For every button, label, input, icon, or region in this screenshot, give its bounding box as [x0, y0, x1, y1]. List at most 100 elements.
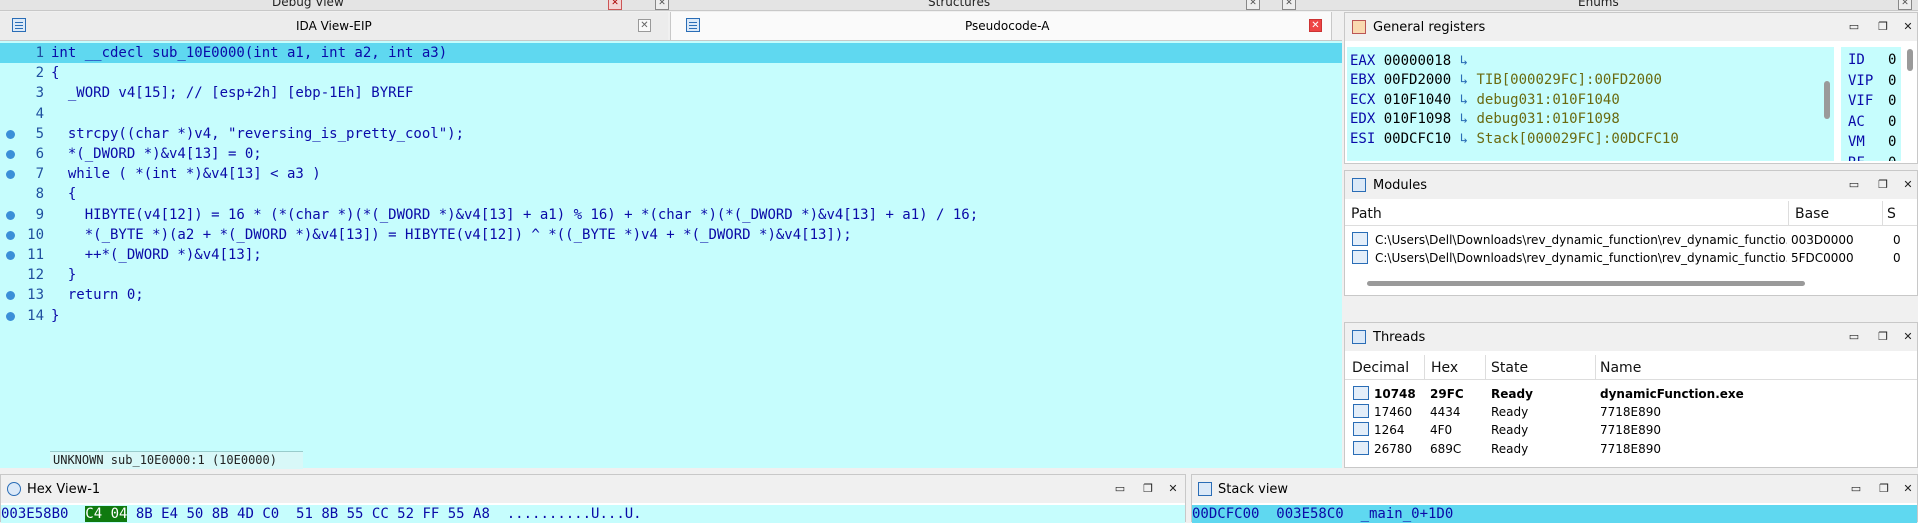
- flag-row[interactable]: AC 0: [1848, 112, 1896, 132]
- thread-row[interactable]: 17460 4434 Ready 7718E890: [1345, 403, 1917, 421]
- breakpoint-dot-icon[interactable]: [6, 291, 15, 301]
- column-header-state[interactable]: State: [1491, 360, 1528, 376]
- thread-row[interactable]: 26780 689C Ready 7718E890: [1345, 440, 1917, 458]
- thread-row[interactable]: 10748 29FC Ready dynamicFunction.exe: [1345, 385, 1917, 403]
- register-label[interactable]: debug031:010F1098: [1476, 111, 1619, 127]
- code-line[interactable]: 10 *(_BYTE *)(a2 + *(_DWORD *)&v4[13]) =…: [0, 225, 1342, 245]
- code-text[interactable]: }: [51, 306, 59, 326]
- breakpoint-dot-icon[interactable]: [6, 311, 15, 321]
- module-row[interactable]: C:\Users\Dell\Downloads\rev_dynamic_func…: [1345, 249, 1917, 267]
- flag-row[interactable]: RF0: [1848, 153, 1896, 161]
- breakpoint-dot-icon[interactable]: [6, 170, 15, 180]
- jump-arrow-icon[interactable]: ↳: [1451, 53, 1476, 69]
- stack-row[interactable]: 00DCFC00 003E58C0 _main_0+1D0: [1192, 505, 1917, 523]
- column-header-path[interactable]: Path: [1351, 206, 1382, 222]
- thread-row[interactable]: 1264 4F0 Ready 7718E890: [1345, 421, 1917, 439]
- jump-arrow-icon[interactable]: ↳: [1451, 92, 1476, 108]
- flag-list[interactable]: ID0VIP0VIF0AC0VM0RF0: [1841, 47, 1901, 161]
- flag-row[interactable]: ID 0: [1848, 50, 1896, 70]
- tab-ida-view[interactable]: IDA View-EIP ✕: [0, 12, 668, 40]
- register-list[interactable]: EAX 00000018 ↳ EBX 00FD2000 ↳ TIB[000029…: [1347, 47, 1834, 161]
- close-icon[interactable]: ✕: [1309, 19, 1322, 32]
- breakpoint-dot-icon[interactable]: [6, 210, 15, 220]
- close-icon[interactable]: ✕: [608, 0, 622, 10]
- column-header-size[interactable]: S: [1887, 206, 1896, 222]
- scrollbar[interactable]: [1824, 81, 1830, 119]
- column-header-hex[interactable]: Hex: [1431, 360, 1458, 376]
- code-text[interactable]: int __cdecl sub_10E0000(int a1, int a2, …: [51, 43, 447, 63]
- code-text[interactable]: _WORD v4[15]; // [esp+2h] [ebp-1Eh] BYRE…: [51, 83, 414, 103]
- column-header-decimal[interactable]: Decimal: [1352, 360, 1409, 376]
- code-text[interactable]: strcpy((char *)v4, "reversing_is_pretty_…: [51, 124, 464, 144]
- tab-pseudocode[interactable]: Pseudocode-A ✕: [670, 12, 1332, 40]
- register-value[interactable]: 00FD2000: [1384, 72, 1451, 88]
- register-value[interactable]: 010F1040: [1384, 92, 1451, 108]
- hex-row[interactable]: 003E58B0 C4 04 8B E4 50 8B 4D C0 51 8B 5…: [1, 505, 1185, 523]
- close-icon[interactable]: ✕: [1902, 179, 1914, 191]
- code-text[interactable]: ++*(_DWORD *)&v4[13];: [51, 245, 262, 265]
- jump-arrow-icon[interactable]: ↳: [1451, 111, 1476, 127]
- code-line[interactable]: 4: [0, 104, 1342, 124]
- flag-row[interactable]: VIP 0: [1848, 71, 1896, 91]
- breakpoint-dot-icon[interactable]: [6, 251, 15, 260]
- scrollbar[interactable]: [1907, 49, 1913, 71]
- flag-value[interactable]: 0: [1888, 134, 1896, 150]
- flag-value[interactable]: 0: [1888, 52, 1896, 68]
- code-line[interactable]: 13 return 0;: [0, 285, 1342, 305]
- code-line[interactable]: 12 }: [0, 265, 1342, 285]
- code-line[interactable]: 14}: [0, 306, 1342, 326]
- code-text[interactable]: {: [51, 63, 59, 83]
- code-text[interactable]: *(_DWORD *)&v4[13] = 0;: [51, 144, 262, 164]
- column-header-name[interactable]: Name: [1600, 360, 1641, 376]
- minimize-icon[interactable]: ▭: [1848, 179, 1860, 191]
- breakpoint-dot-icon[interactable]: [6, 150, 15, 159]
- jump-arrow-icon[interactable]: ↳: [1451, 131, 1476, 147]
- code-text[interactable]: while ( *(int *)&v4[13] < a3 ): [51, 164, 321, 184]
- flag-row[interactable]: VIF 0: [1848, 91, 1896, 111]
- code-text[interactable]: return 0;: [51, 285, 144, 305]
- close-icon[interactable]: ✕: [1902, 483, 1914, 495]
- register-label[interactable]: Stack[000029FC]:00DCFC10: [1476, 131, 1678, 147]
- module-row[interactable]: C:\Users\Dell\Downloads\rev_dynamic_func…: [1345, 231, 1917, 249]
- close-icon[interactable]: ✕: [1902, 331, 1914, 343]
- minimize-icon[interactable]: ▭: [1850, 483, 1862, 495]
- close-icon[interactable]: ✕: [638, 19, 651, 32]
- column-header-base[interactable]: Base: [1795, 206, 1829, 222]
- code-text[interactable]: *(_BYTE *)(a2 + *(_DWORD *)&v4[13]) = HI…: [51, 225, 852, 245]
- code-line[interactable]: 9 HIBYTE(v4[12]) = 16 * (*(char *)(*(_DW…: [0, 205, 1342, 225]
- code-line[interactable]: 8 {: [0, 184, 1342, 204]
- breakpoint-dot-icon[interactable]: [6, 230, 15, 240]
- jump-arrow-icon[interactable]: ↳: [1451, 72, 1476, 88]
- register-value[interactable]: 00000018: [1384, 53, 1451, 69]
- code-line[interactable]: 6 *(_DWORD *)&v4[13] = 0;: [0, 144, 1342, 164]
- code-line[interactable]: 3 _WORD v4[15]; // [esp+2h] [ebp-1Eh] BY…: [0, 83, 1342, 103]
- code-line[interactable]: 7 while ( *(int *)&v4[13] < a3 ): [0, 164, 1342, 184]
- restore-icon[interactable]: ❐: [1877, 331, 1889, 343]
- flag-value[interactable]: 0: [1888, 93, 1896, 109]
- close-icon[interactable]: ✕: [1246, 0, 1260, 10]
- close-icon[interactable]: ✕: [1902, 21, 1914, 33]
- close-icon[interactable]: ✕: [1898, 0, 1912, 10]
- flag-value[interactable]: 0: [1888, 73, 1896, 89]
- register-label[interactable]: TIB[000029FC]:00FD2000: [1476, 72, 1661, 88]
- code-text[interactable]: }: [51, 265, 76, 285]
- tab-enums[interactable]: Enums: [1578, 0, 1619, 9]
- restore-icon[interactable]: ❐: [1878, 483, 1890, 495]
- restore-icon[interactable]: ❐: [1142, 483, 1154, 495]
- tab-structures[interactable]: Structures: [928, 0, 990, 9]
- code-line[interactable]: 1 int __cdecl sub_10E0000(int a1, int a2,…: [0, 43, 1342, 63]
- minimize-icon[interactable]: ▭: [1848, 331, 1860, 343]
- tab-debug-view[interactable]: Debug View: [272, 0, 344, 9]
- code-line[interactable]: 5 strcpy((char *)v4, "reversing_is_prett…: [0, 124, 1342, 144]
- restore-icon[interactable]: ❐: [1877, 21, 1889, 33]
- code-line[interactable]: 2{: [0, 63, 1342, 83]
- register-value[interactable]: 010F1098: [1384, 111, 1451, 127]
- flag-value[interactable]: 0: [1888, 155, 1896, 161]
- flag-row[interactable]: VM 0: [1848, 132, 1896, 152]
- hex-selected-bytes[interactable]: C4 04: [85, 506, 128, 522]
- minimize-icon[interactable]: ▭: [1848, 21, 1860, 33]
- flag-value[interactable]: 0: [1888, 114, 1896, 130]
- code-line[interactable]: 11 ++*(_DWORD *)&v4[13];: [0, 245, 1342, 265]
- code-text[interactable]: HIBYTE(v4[12]) = 16 * (*(char *)(*(_DWOR…: [51, 205, 978, 225]
- scrollbar[interactable]: [1367, 281, 1805, 286]
